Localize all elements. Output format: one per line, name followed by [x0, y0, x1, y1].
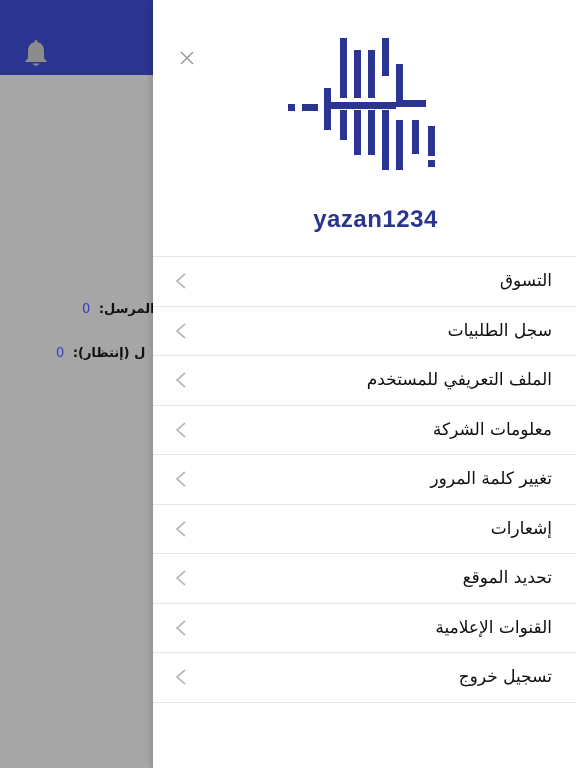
brand-logo: [288, 38, 435, 170]
background-pending-label: ل (إنتظار):: [72, 346, 146, 361]
background-sent-count: المرسل: 0: [82, 302, 155, 317]
chevron-left-icon: [175, 520, 186, 537]
menu-item-change-password[interactable]: تغيير كلمة المرور: [153, 455, 576, 505]
menu-item-company-info[interactable]: معلومات الشركة: [153, 406, 576, 455]
menu-item-label: الملف التعريفي للمستخدم: [366, 370, 552, 390]
menu-item-label: إشعارات: [490, 518, 552, 539]
menu-item-set-location[interactable]: تحديد الموقع: [153, 554, 576, 604]
chevron-left-icon: [175, 619, 186, 636]
background-sent-value: 0: [82, 302, 91, 317]
chevron-left-icon: [175, 421, 186, 438]
chevron-left-icon: [175, 570, 186, 586]
drawer-menu: التسوق سجل الطلبيات الملف التعريفي للمست…: [153, 256, 576, 703]
menu-item-logout[interactable]: تسجيل خروج: [153, 653, 576, 703]
chevron-left-icon: [175, 471, 186, 487]
menu-item-label: تحديد الموقع: [462, 568, 552, 588]
app-screen: المرسل: 0 ل (إنتظار): 0 yazan1234 التسوق…: [0, 0, 576, 768]
menu-item-label: معلومات الشركة: [432, 419, 552, 440]
menu-item-label: القنوات الإعلامية: [435, 617, 552, 638]
close-icon[interactable]: [177, 48, 197, 68]
side-drawer: yazan1234 التسوق سجل الطلبيات الملف التع…: [153, 0, 576, 768]
menu-item-shopping[interactable]: التسوق: [153, 257, 576, 307]
bell-icon[interactable]: [20, 38, 52, 70]
background-pending-count: ل (إنتظار): 0: [56, 346, 145, 361]
chevron-left-icon: [175, 273, 186, 289]
menu-item-label: التسوق: [499, 271, 552, 291]
background-sent-label: المرسل:: [98, 302, 155, 317]
chevron-left-icon: [175, 322, 186, 339]
chevron-left-icon: [175, 372, 186, 388]
menu-item-media-channels[interactable]: القنوات الإعلامية: [153, 604, 576, 653]
chevron-left-icon: [175, 669, 186, 685]
username: yazan1234: [313, 206, 438, 233]
menu-item-user-profile[interactable]: الملف التعريفي للمستخدم: [153, 356, 576, 406]
menu-item-label: سجل الطلبيات: [447, 320, 552, 341]
menu-item-label: تغيير كلمة المرور: [430, 469, 552, 489]
menu-item-notifications[interactable]: إشعارات: [153, 505, 576, 554]
menu-item-order-history[interactable]: سجل الطلبيات: [153, 307, 576, 356]
menu-item-label: تسجيل خروج: [458, 667, 552, 687]
background-pending-value: 0: [56, 346, 65, 361]
